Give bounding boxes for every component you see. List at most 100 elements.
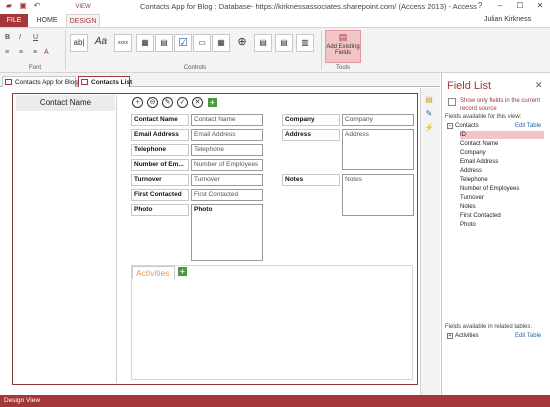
label-contact-name[interactable]: Contact Name [131, 114, 189, 126]
tab-file[interactable]: FILE [0, 14, 28, 27]
label-address[interactable]: Address [282, 129, 340, 141]
help-button[interactable]: ? [470, 0, 490, 13]
label-control[interactable]: Aa [92, 34, 110, 52]
formatting-icon[interactable]: ✎ [424, 109, 434, 119]
field-list-close-icon[interactable]: ✕ [535, 80, 543, 91]
activities-tab[interactable]: Activities [132, 266, 175, 279]
field-list-pane [441, 73, 550, 395]
edit-action-button[interactable]: ✎ [162, 97, 173, 108]
fields-available-label: Fields available for this view: [445, 114, 522, 120]
add-action-button[interactable]: + [132, 97, 143, 108]
save-icon[interactable]: ▣ [18, 1, 28, 11]
actions-icon[interactable]: ⚡ [424, 123, 434, 133]
field-item-photo[interactable]: Photo [460, 222, 476, 228]
bold-button[interactable]: B [5, 34, 10, 41]
table-contacts[interactable]: Contacts [455, 123, 479, 129]
align-center-icon[interactable]: ≡ [19, 49, 23, 56]
status-bar [0, 395, 550, 407]
underline-button[interactable]: U [33, 34, 38, 41]
add-existing-fields-button[interactable]: ▤ Add Existing Fields [325, 30, 361, 63]
field-contact-name[interactable]: Contact Name [191, 114, 263, 126]
align-right-icon[interactable]: ≡ [33, 49, 37, 56]
field-list-icon: ▤ [338, 32, 348, 42]
maximize-button[interactable]: ☐ [510, 0, 530, 13]
label-notes[interactable]: Notes [282, 174, 340, 186]
field-notes[interactable]: Notes [342, 174, 414, 216]
label-first-contacted[interactable]: First Contacted [131, 189, 189, 201]
field-email-address[interactable]: Email Address [191, 129, 263, 141]
ribbon-separator [65, 30, 66, 70]
align-left-icon[interactable]: ≡ [5, 49, 9, 56]
field-item-notes[interactable]: Notes [460, 204, 476, 210]
cancel-action-button[interactable]: ✕ [192, 97, 203, 108]
add-action-plus-icon[interactable]: + [208, 98, 217, 107]
form-icon [5, 79, 12, 85]
tab-home[interactable]: HOME [32, 14, 62, 27]
field-item-address[interactable]: Address [460, 168, 482, 174]
data-icon[interactable]: ▤ [424, 95, 434, 105]
expand-icon[interactable]: + [447, 333, 453, 339]
show-only-icon[interactable] [448, 98, 456, 106]
field-item-employees[interactable]: Number of Employees [460, 186, 519, 192]
field-item-id[interactable]: ID [460, 132, 466, 138]
undo-icon[interactable]: ↶ [32, 1, 42, 11]
field-item-first-contacted[interactable]: First Contacted [460, 213, 501, 219]
field-item-turnover[interactable]: Turnover [460, 195, 484, 201]
add-related-plus-icon[interactable]: + [178, 267, 187, 276]
field-item-contact-name[interactable]: Contact Name [460, 141, 498, 147]
user-name[interactable]: Julian Kirkness [484, 16, 531, 23]
label-turnover[interactable]: Turnover [131, 174, 189, 186]
list-header[interactable]: Contact Name [16, 95, 115, 111]
related-items-control[interactable]: ▥ [296, 34, 314, 52]
web-browser-control[interactable]: ⊕ [233, 34, 251, 52]
window-title: Contacts App for Blog : Database- https:… [140, 2, 477, 11]
edit-table-link[interactable]: Edit Table [515, 123, 541, 129]
field-address[interactable]: Address [342, 129, 414, 170]
field-turnover[interactable]: Turnover [191, 174, 263, 186]
italic-button[interactable]: I [19, 34, 21, 41]
multiline-textbox-control[interactable]: ▭ [193, 34, 211, 52]
close-button[interactable]: ✕ [530, 0, 550, 13]
tab-contacts-list[interactable]: Contacts List [78, 76, 132, 87]
table-activities[interactable]: Activities [455, 333, 479, 339]
add-existing-fields-label: Add Existing Fields [326, 44, 360, 56]
field-first-contacted[interactable]: First Contacted [191, 189, 263, 201]
minimize-button[interactable]: – [490, 0, 510, 13]
hyperlink-control[interactable]: ▤ [155, 34, 173, 52]
tab-contacts-app[interactable]: Contacts App for Blog [2, 76, 78, 87]
activities-subview[interactable] [131, 265, 413, 380]
label-telephone[interactable]: Telephone [131, 144, 189, 156]
label-number-of-employees[interactable]: Number of Em... [131, 159, 189, 171]
field-item-telephone[interactable]: Telephone [460, 177, 488, 183]
label-company[interactable]: Company [282, 114, 340, 126]
textbox-control[interactable]: ab| [70, 34, 88, 52]
edit-related-table-link[interactable]: Edit Table [515, 333, 541, 339]
collapse-icon[interactable]: − [447, 123, 453, 129]
button-control[interactable]: xxxx [114, 34, 132, 52]
show-only-link[interactable]: Show only fields in the current record s… [460, 97, 546, 113]
field-photo[interactable]: Photo [191, 204, 263, 261]
group-font-label: Font [28, 65, 41, 71]
group-controls-label: Controls [183, 65, 207, 71]
label-photo[interactable]: Photo [131, 204, 189, 216]
tab-design[interactable]: DESIGN [66, 14, 100, 27]
field-telephone[interactable]: Telephone [191, 144, 263, 156]
ribbon-separator [321, 30, 322, 70]
image-control[interactable]: ▦ [136, 34, 154, 52]
related-tables-label: Fields available in related tables: [445, 324, 533, 330]
save-action-button[interactable]: ✓ [177, 97, 188, 108]
checkbox-control[interactable]: ☑ [174, 34, 192, 52]
field-item-company[interactable]: Company [460, 150, 486, 156]
field-number-of-employees[interactable]: Number of Employees [191, 159, 263, 171]
contextual-tab-label: VIEW [75, 4, 91, 10]
field-item-email[interactable]: Email Address [460, 159, 498, 165]
label-email-address[interactable]: Email Address [131, 129, 189, 141]
tab-label: Contacts App for Blog [15, 79, 78, 86]
subview-control[interactable]: ▤ [275, 34, 293, 52]
combo-box-control[interactable]: ▤ [254, 34, 272, 52]
field-company[interactable]: Company [342, 114, 414, 126]
autocomplete-control[interactable]: ▦ [212, 34, 230, 52]
group-tools-label: Tools [335, 65, 350, 71]
delete-action-button[interactable]: ⊖ [147, 97, 158, 108]
font-color-button[interactable]: A [44, 49, 49, 56]
